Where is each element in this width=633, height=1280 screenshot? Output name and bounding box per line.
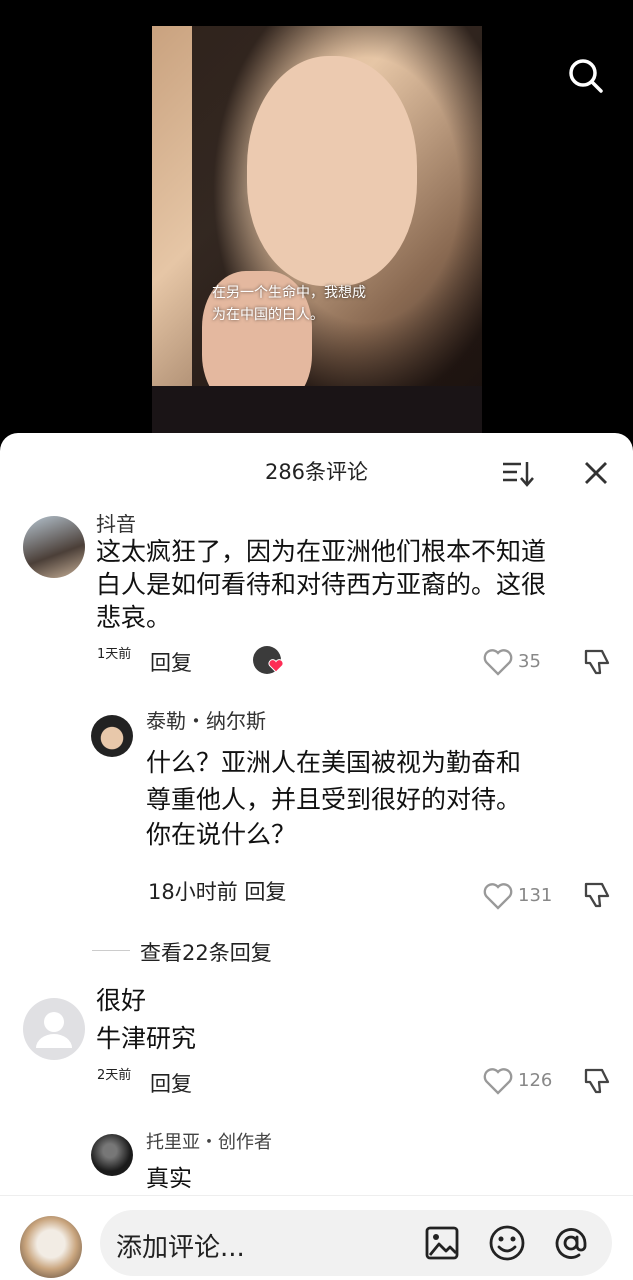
divider (92, 950, 130, 951)
video-caption: 在另一个生命中，我想成 为在中国的白人。 (212, 282, 366, 326)
like-icon[interactable] (483, 648, 513, 680)
default-avatar-icon (36, 1012, 72, 1048)
video-player[interactable]: 在另一个生命中，我想成 为在中国的白人。 (152, 26, 482, 436)
comment-text: 白人是如何看待和对待西方亚裔的。这很 (96, 570, 547, 599)
sort-button[interactable] (501, 458, 535, 488)
emoji-icon[interactable] (488, 1224, 526, 1266)
avatar[interactable] (91, 715, 133, 757)
comment-text: 什么？亚洲人在美国被视为勤奋和 (146, 748, 522, 777)
search-icon (569, 59, 603, 93)
like-count: 131 (518, 885, 553, 906)
comment-time: 2天前 (97, 1068, 132, 1083)
dislike-icon[interactable] (582, 880, 612, 914)
video-caption-line: 为在中国的白人。 (212, 307, 324, 323)
comment-username[interactable]: 泰勒・纳尔斯 (146, 705, 266, 734)
like-count: 126 (518, 1070, 553, 1091)
dislike-icon[interactable] (582, 647, 612, 681)
dislike-icon[interactable] (582, 1066, 612, 1100)
reply-button[interactable]: 回复 (150, 1068, 192, 1098)
my-avatar (20, 1216, 82, 1278)
image-icon[interactable] (424, 1225, 460, 1265)
comments-count-title: 286条评论 (264, 460, 369, 484)
comment-text: 牛津研究 (96, 1024, 197, 1053)
comment-text: 尊重他人，并且受到很好的对待。 (146, 785, 522, 814)
comment-username[interactable]: 托里亚・创作者 (146, 1128, 272, 1154)
comment-text: 这太疯狂了，因为在亚洲他们根本不知道 (96, 537, 547, 566)
comment-time-reply[interactable]: 18小时前 回复 (148, 876, 286, 906)
comment-text: 你在说什么？ (146, 820, 297, 849)
video-caption-line: 在另一个生命中，我想成 (212, 285, 366, 301)
like-icon[interactable] (483, 1067, 513, 1099)
heart-badge-icon (268, 658, 284, 677)
avatar[interactable] (23, 516, 85, 578)
comment-text: 悲哀。 (96, 603, 172, 632)
close-icon (585, 462, 607, 484)
comment-text: 真实 (146, 1166, 192, 1192)
comment-username[interactable]: 抖音 (96, 508, 136, 537)
status-bar (0, 0, 633, 16)
like-icon[interactable] (483, 882, 513, 914)
video-image-face (247, 56, 417, 286)
view-replies-button[interactable]: 查看22条回复 (140, 937, 272, 967)
search-button[interactable] (565, 55, 605, 95)
close-button[interactable] (582, 459, 610, 487)
sort-icon (503, 462, 534, 487)
avatar[interactable] (91, 1134, 133, 1176)
avatar[interactable] (23, 998, 85, 1060)
reply-button[interactable]: 回复 (150, 647, 192, 677)
comment-input-placeholder: 添加评论... (116, 1233, 245, 1263)
comment-username[interactable]: 很好 (96, 984, 146, 1017)
like-count: 35 (518, 651, 541, 672)
comment-time: 1天前 (97, 647, 132, 662)
video-image-shirt (152, 386, 482, 436)
mention-icon[interactable] (552, 1224, 590, 1266)
